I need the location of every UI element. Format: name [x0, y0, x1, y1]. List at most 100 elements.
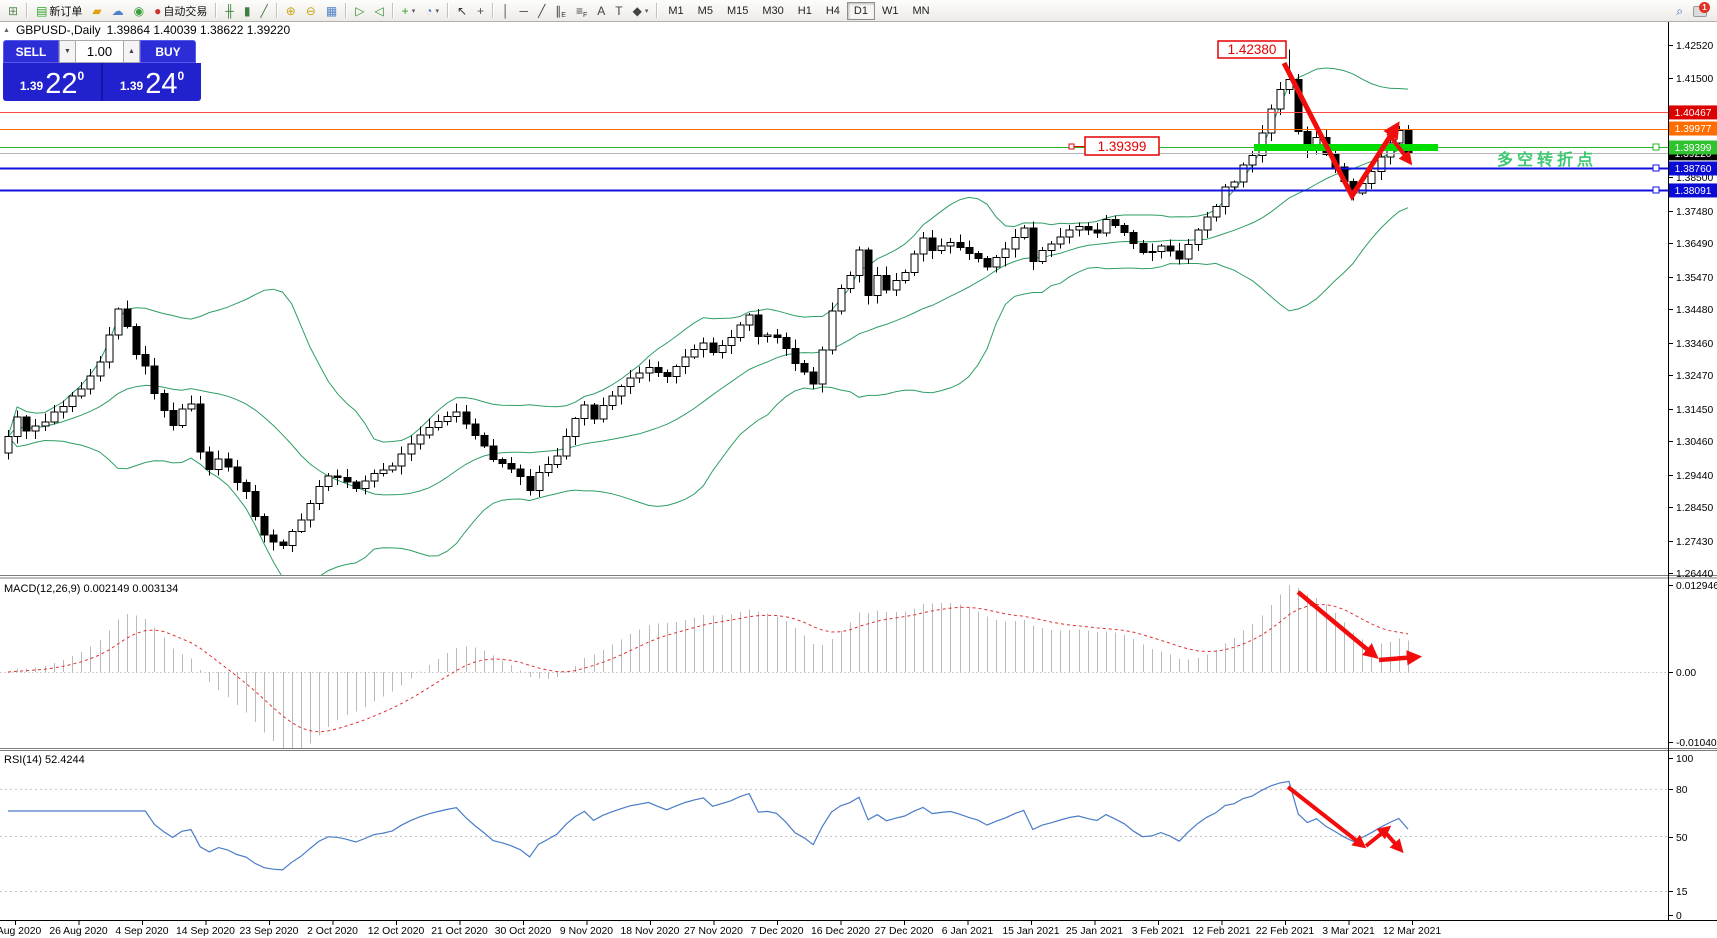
timeframe-m1[interactable]: M1: [661, 2, 690, 20]
time-tick-label: 21 Oct 2020: [431, 926, 488, 937]
timeframe-h4[interactable]: H4: [819, 2, 847, 20]
timeframe-d1[interactable]: D1: [847, 2, 875, 20]
fibonacci-tool-sub-label: F: [583, 12, 587, 19]
deposit-gold[interactable]: ▰: [88, 2, 105, 20]
sell-button[interactable]: SELL: [3, 40, 59, 63]
text-tool[interactable]: A: [593, 2, 609, 20]
toolbar: ⊞▤新订单▰☁◉●自动交易╫▮╱⊕⊖▦▷◁+▾◔▾↖+│─╱∥E≡FAT◆▾M1…: [0, 0, 1717, 22]
timeframe-m5[interactable]: M5: [691, 2, 720, 20]
price-tick-label: 1.29440: [1676, 471, 1713, 482]
horizontal-line-tool[interactable]: ─: [516, 2, 533, 20]
vertical-line-tool[interactable]: │: [498, 2, 514, 20]
chart-canvas[interactable]: 1.425201.415001.385001.374801.364901.354…: [0, 0, 1717, 938]
macd-tick-label: -0.010401: [1676, 738, 1717, 749]
zoom-out[interactable]: ⊖: [302, 2, 320, 20]
level-handle[interactable]: [1653, 165, 1659, 171]
zoom-out-icon: ⊖: [306, 5, 316, 17]
macd-annotation-arrow[interactable]: [1379, 657, 1416, 660]
candle-body: [161, 393, 168, 410]
time-tick-label: 30 Oct 2020: [495, 926, 552, 937]
tile-windows[interactable]: ▦: [322, 2, 341, 20]
candle-body: [746, 315, 753, 325]
sell-price-big: 22: [45, 71, 77, 97]
level-handle[interactable]: [1653, 144, 1659, 150]
price-tick-label: 1.28450: [1676, 503, 1713, 514]
auto-scroll[interactable]: ▷: [351, 2, 368, 20]
text-label-tool[interactable]: T: [611, 2, 626, 20]
market-cloud-icon: ☁: [112, 5, 124, 17]
rsi-tick-label: 50: [1676, 833, 1688, 844]
candlestick-mode[interactable]: ▮: [240, 2, 255, 20]
chart-shift[interactable]: ◁: [370, 2, 387, 20]
candle-body: [1249, 156, 1256, 166]
collapse-arrow-icon[interactable]: ▲: [3, 27, 10, 34]
candle-body: [829, 311, 836, 350]
auto-trading[interactable]: ●自动交易: [150, 2, 211, 20]
sell-price[interactable]: 1.39 22 0: [3, 63, 101, 101]
trendline-tool[interactable]: ╱: [534, 2, 549, 20]
timeframe-w1[interactable]: W1: [875, 2, 906, 20]
signals[interactable]: ◉: [130, 2, 148, 20]
period-menu[interactable]: ◔▾: [421, 2, 443, 20]
candle-body: [1021, 228, 1028, 238]
macd-tick-label: 0.00: [1676, 668, 1696, 679]
volume-up-button[interactable]: ▲: [123, 40, 140, 63]
candle-body: [856, 250, 863, 275]
candle-body: [783, 337, 790, 348]
add-indicators[interactable]: +▾: [398, 2, 420, 20]
cursor-tool[interactable]: ↖: [453, 2, 471, 20]
candle-body: [1204, 217, 1211, 230]
rsi-annotation-arrow[interactable]: [1384, 831, 1400, 849]
fibonacci-tool[interactable]: ≡F: [572, 2, 591, 20]
price-tick-label: 1.35470: [1676, 273, 1713, 284]
timeframe-m15[interactable]: M15: [720, 2, 755, 20]
timeframe-mn[interactable]: MN: [905, 2, 936, 20]
candle-body: [115, 309, 122, 335]
rsi-title: RSI(14) 52.4244: [4, 754, 85, 766]
candle-body: [810, 372, 817, 384]
toolbar-separator: [656, 3, 658, 18]
volume-input[interactable]: [76, 40, 123, 63]
candle-body: [929, 238, 936, 251]
candle-body: [60, 407, 67, 412]
time-tick-label: 14 Sep 2020: [176, 926, 235, 937]
notifications-button[interactable]: 1: [1692, 2, 1710, 20]
channel-tool[interactable]: ∥E: [551, 2, 570, 20]
bar-chart-mode[interactable]: ╫: [221, 2, 238, 20]
search-icon: ⌕: [1676, 5, 1683, 17]
time-tick-label: 9 Nov 2020: [560, 926, 613, 937]
candle-body: [682, 357, 689, 367]
ohlc-values: 1.39864 1.40039 1.38622 1.39220: [107, 23, 291, 37]
candle-body: [481, 435, 488, 446]
time-tick-label: 25 Jan 2021: [1066, 926, 1123, 937]
candle-body: [710, 343, 717, 352]
candle-body: [344, 477, 351, 482]
green-support-bar[interactable]: [1254, 144, 1438, 151]
candle-body: [618, 387, 625, 396]
candle-body: [600, 406, 607, 419]
volume-down-button[interactable]: ▼: [59, 40, 76, 63]
zoom-in[interactable]: ⊕: [282, 2, 300, 20]
chart-preview[interactable]: ⊞: [4, 2, 22, 20]
new-order[interactable]: ▤新订单: [32, 2, 86, 20]
candle-body: [536, 473, 543, 491]
rsi-tick-label: 100: [1676, 754, 1693, 765]
buy-button[interactable]: BUY: [140, 40, 196, 63]
candle-body: [380, 470, 387, 473]
level-handle[interactable]: [1653, 187, 1659, 193]
timeframe-m30[interactable]: M30: [755, 2, 790, 20]
timeframe-h1[interactable]: H1: [791, 2, 819, 20]
candle-body: [700, 343, 707, 349]
arrows-tool[interactable]: ◆▾: [629, 2, 653, 20]
market-cloud[interactable]: ☁: [108, 2, 128, 20]
buy-price[interactable]: 1.39 24 0: [101, 63, 201, 101]
line-chart-mode[interactable]: ╱: [257, 2, 272, 20]
search-button[interactable]: ⌕: [1672, 2, 1687, 20]
candle-body: [563, 437, 570, 456]
add-indicators-dropdown-icon: ▾: [412, 7, 416, 15]
time-tick-label: 12 Mar 2021: [1383, 926, 1442, 937]
crosshair-tool[interactable]: +: [473, 2, 488, 20]
cn-annotation-text[interactable]: 多空转折点: [1497, 150, 1597, 169]
support-label-handle[interactable]: [1069, 144, 1074, 149]
sell-price-sup: 0: [77, 69, 84, 83]
